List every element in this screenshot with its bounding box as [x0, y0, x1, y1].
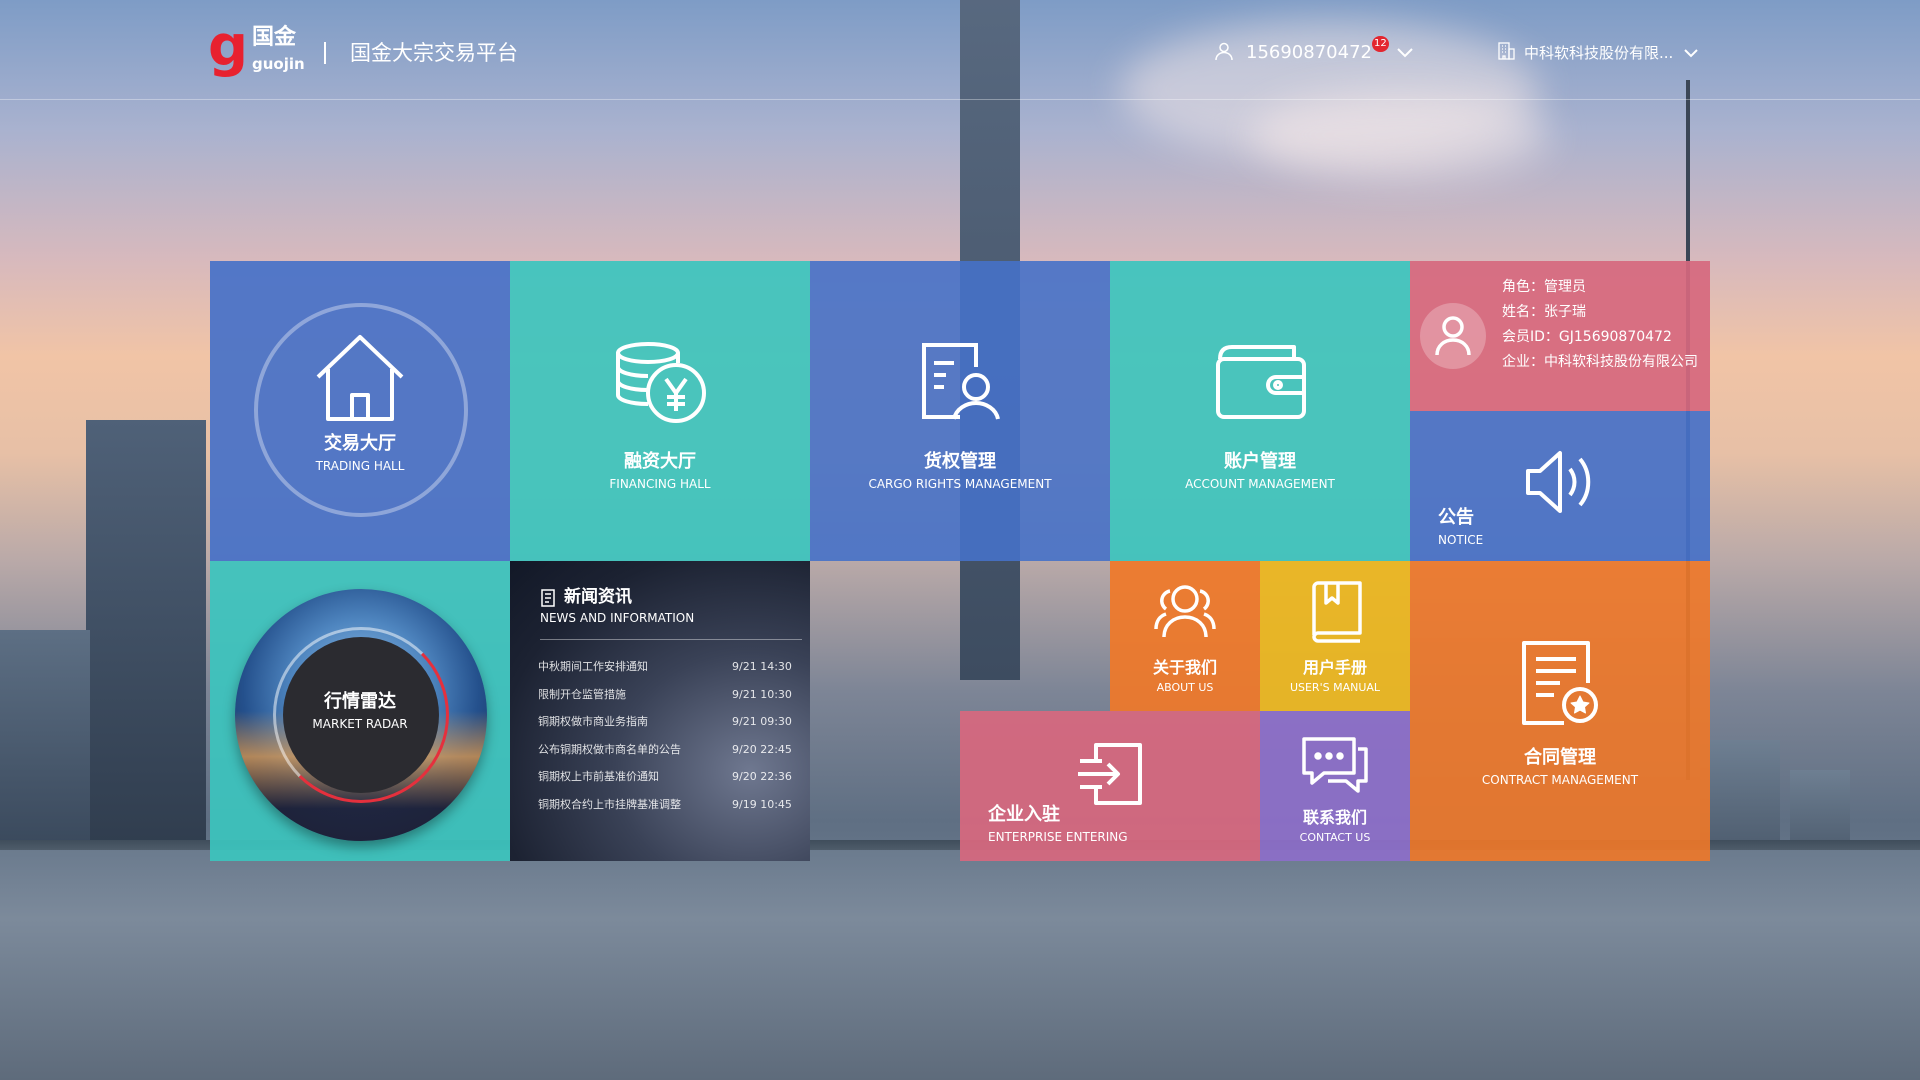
avatar: [1420, 303, 1486, 369]
tile-label-en: MARKET RADAR: [312, 717, 408, 731]
tile-label-cn: 公告: [1438, 507, 1474, 528]
news-divider: [540, 639, 802, 640]
guojin-logo[interactable]: g 国金 guojin: [208, 14, 308, 80]
notification-badge[interactable]: 12: [1372, 36, 1389, 52]
news-item-date: 9/21 10:30: [732, 687, 792, 701]
cloud: [1250, 90, 1550, 180]
tile-news[interactable]: 新闻资讯 NEWS AND INFORMATION 中秋期间工作安排通知 9/21…: [510, 561, 810, 861]
tile-label-en: CARGO RIGHTS MANAGEMENT: [868, 477, 1052, 491]
contract-badge-icon: [1522, 641, 1598, 725]
tile-account-management[interactable]: 账户管理 ACCOUNT MANAGEMENT: [1110, 261, 1410, 561]
tile-label-en: CONTACT US: [1299, 831, 1371, 844]
chevron-down-icon[interactable]: [1396, 44, 1414, 63]
tile-label-en: CONTRACT MANAGEMENT: [1481, 773, 1639, 787]
news-item[interactable]: 铜期权做市商业务指南 9/21 09:30: [538, 708, 802, 736]
wallet-icon: [1216, 345, 1306, 419]
header-divider: [324, 42, 326, 64]
news-icon: [541, 589, 555, 607]
document-person-icon: [922, 343, 1000, 420]
tile-financing-hall[interactable]: 融资大厅 FINANCING HALL: [510, 261, 810, 561]
user-menu[interactable]: 15690870472 12: [1214, 36, 1414, 70]
news-title-cn: 新闻资讯: [564, 587, 632, 607]
tile-contract-management[interactable]: 合同管理 CONTRACT MANAGEMENT: [1410, 561, 1710, 861]
tile-label-cn: 交易大厅: [324, 433, 396, 454]
news-item-date: 9/20 22:36: [732, 770, 792, 784]
tile-label-cn: 用户手册: [1302, 658, 1367, 677]
news-item[interactable]: 公布铜期权做市商名单的公告 9/20 22:45: [538, 736, 802, 764]
tile-label-en: FINANCING HALL: [609, 477, 711, 491]
speaker-icon: [1526, 451, 1591, 513]
news-item-title: 公布铜期权做市商名单的公告: [538, 742, 681, 756]
news-title-en: NEWS AND INFORMATION: [540, 611, 695, 625]
tile-cargo-rights[interactable]: 货权管理 CARGO RIGHTS MANAGEMENT: [810, 261, 1110, 561]
news-item-title: 中秋期间工作安排通知: [538, 660, 648, 673]
group-icon: [1154, 585, 1216, 638]
tile-label-en: ENTERPRISE ENTERING: [988, 830, 1128, 844]
house-icon: [316, 335, 404, 421]
tile-enterprise-entering[interactable]: 企业入驻 ENTERPRISE ENTERING: [960, 711, 1260, 861]
tile-label-cn: 货权管理: [924, 451, 996, 472]
profile-info: 角色：管理员 姓名：张子瑞 会员ID：GJ15690870472 企业：中科软科…: [1502, 275, 1702, 375]
logo-cn-text: 国金: [252, 25, 297, 50]
profile-member-id: 会员ID：GJ15690870472: [1502, 329, 1672, 345]
news-item[interactable]: 限制开仓监管措施 9/21 10:30: [538, 681, 802, 709]
tile-label-en: USER'S MANUAL: [1289, 681, 1381, 694]
profile-company: 企业：中科软科技股份有限公司: [1502, 354, 1698, 370]
tile-label-cn: 企业入驻: [988, 804, 1060, 825]
coins-yen-icon: [616, 342, 706, 423]
tile-label-en: ABOUT US: [1156, 681, 1214, 694]
logo-mark: g: [208, 14, 249, 79]
news-item-date: 9/21 09:30: [732, 715, 792, 729]
news-item-date: 9/20 22:45: [732, 742, 792, 756]
news-item-date: 9/19 10:45: [732, 797, 792, 811]
tile-label-cn: 账户管理: [1224, 451, 1296, 472]
tile-label-cn: 关于我们: [1152, 658, 1217, 677]
radar-core: [283, 637, 439, 793]
news-item-title: 铜期权合约上市挂牌基准调整: [538, 797, 681, 811]
company-menu[interactable]: 中科软科技股份有限...: [1496, 38, 1699, 68]
news-list: 中秋期间工作安排通知 9/21 14:30 限制开仓监管措施 9/21 10:30 …: [538, 653, 802, 819]
news-item-title: 铜期权上市前基准价通知: [538, 770, 659, 784]
tile-notice[interactable]: 公告 NOTICE: [1410, 411, 1710, 561]
news-item-date: 9/21 14:30: [732, 660, 792, 673]
profile-name: 姓名：张子瑞: [1502, 304, 1586, 320]
profile-role: 角色：管理员: [1502, 279, 1586, 295]
book-icon: [1312, 581, 1362, 643]
enter-icon: [1078, 743, 1142, 805]
river: [0, 850, 1920, 1080]
tile-label-en: TRADING HALL: [315, 459, 405, 473]
user-icon: [1214, 41, 1234, 65]
news-item[interactable]: 铜期权合约上市挂牌基准调整 9/19 10:45: [538, 791, 802, 819]
company-name: 中科软科技股份有限...: [1524, 44, 1674, 62]
tile-user-profile[interactable]: 角色：管理员 姓名：张子瑞 会员ID：GJ15690870472 企业：中科软科…: [1410, 261, 1710, 411]
tile-contact-us[interactable]: 联系我们 CONTACT US: [1260, 711, 1410, 861]
building: [0, 630, 90, 860]
tile-user-manual[interactable]: 用户手册 USER'S MANUAL: [1260, 561, 1410, 711]
news-item[interactable]: 铜期权上市前基准价通知 9/20 22:36: [538, 763, 802, 791]
logo-en-text: guojin: [252, 55, 305, 73]
tile-label-en: NOTICE: [1438, 533, 1484, 547]
tile-label-cn: 融资大厅: [624, 451, 696, 472]
chat-bubble-icon: [1302, 737, 1368, 793]
tile-label-cn: 行情雷达: [324, 691, 396, 712]
tile-label-cn: 联系我们: [1302, 808, 1367, 827]
building-icon: [1496, 41, 1516, 65]
chevron-down-icon[interactable]: [1683, 44, 1699, 63]
news-item-title: 限制开仓监管措施: [538, 687, 626, 701]
news-item-title: 铜期权做市商业务指南: [538, 715, 648, 729]
tile-about-us[interactable]: 关于我们 ABOUT US: [1110, 561, 1260, 711]
user-phone: 15690870472: [1246, 42, 1372, 63]
news-item[interactable]: 中秋期间工作安排通知 9/21 14:30: [538, 653, 802, 681]
tile-trading-hall[interactable]: 交易大厅 TRADING HALL: [210, 261, 510, 561]
tile-market-radar[interactable]: 行情雷达 MARKET RADAR: [210, 561, 510, 861]
tile-label-cn: 合同管理: [1524, 747, 1596, 768]
platform-title: 国金大宗交易平台: [350, 41, 518, 65]
top-header: g 国金 guojin 国金大宗交易平台 15690870472 12 中科软科…: [0, 0, 1920, 100]
tile-label-en: ACCOUNT MANAGEMENT: [1185, 477, 1335, 491]
building: [86, 420, 206, 860]
